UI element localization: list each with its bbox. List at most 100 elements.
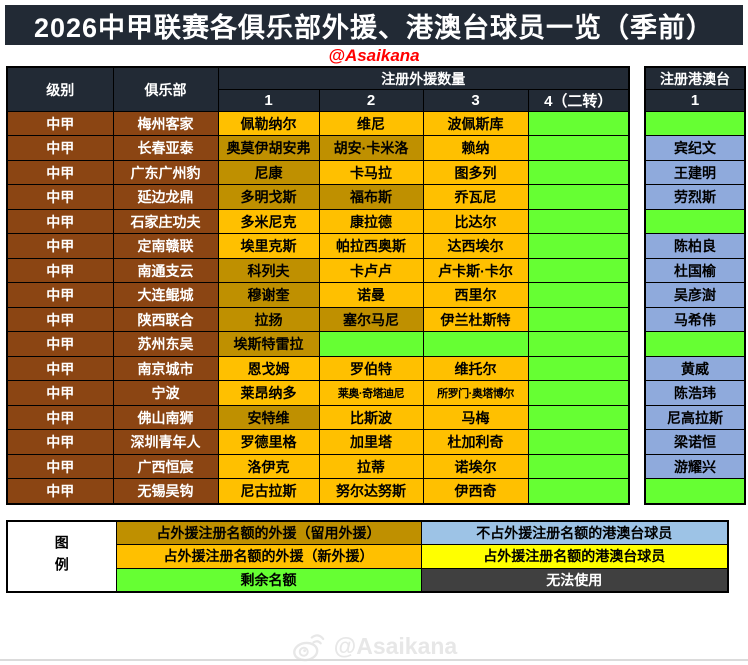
player-cell: 恩戈姆 (218, 356, 319, 380)
player-cell: 佩勒纳尔 (218, 112, 319, 136)
legend-row: 图例占外援注册名额的外援（留用外援）不占外援注册名额的港澳台球员 (7, 521, 728, 545)
hk-table-row: 尼高拉斯 (645, 405, 745, 429)
player-cell: 马梅 (423, 405, 528, 429)
level-cell: 中甲 (7, 185, 113, 209)
watermark: @Asaikana (0, 629, 748, 663)
level-cell: 中甲 (7, 307, 113, 331)
player-cell: 努尔达努斯 (319, 479, 423, 504)
hk-table-row: 陈柏良 (645, 234, 745, 258)
author-handle: @Asaikana (0, 46, 748, 66)
level-cell: 中甲 (7, 209, 113, 233)
hk-table-row: 游耀兴 (645, 454, 745, 478)
hk-player-cell: 陈浩玮 (645, 381, 745, 405)
empty-slot-cell (528, 307, 629, 331)
hk-player-cell: 王建明 (645, 160, 745, 184)
empty-slot-cell (528, 356, 629, 380)
level-cell: 中甲 (7, 332, 113, 356)
hk-players-table: 注册港澳台 1 宾纪文王建明劳烈斯陈柏良杜国榆吴彦澍马希伟黄威陈浩玮尼高拉斯梁诺… (644, 66, 746, 505)
empty-slot-cell (528, 454, 629, 478)
legend-item: 不占外援注册名额的港澳台球员 (421, 521, 728, 545)
legend-row: 剩余名额无法使用 (7, 568, 728, 592)
col-header-foreign-group: 注册外援数量 (218, 67, 629, 90)
club-cell: 广东广州豹 (113, 160, 218, 184)
player-cell: 维托尔 (423, 356, 528, 380)
player-cell: 福布斯 (319, 185, 423, 209)
level-cell: 中甲 (7, 258, 113, 282)
hk-table-row (645, 112, 745, 136)
watermark-text: @Asaikana (334, 633, 457, 660)
hk-table-row: 陈浩玮 (645, 381, 745, 405)
page: 2026中甲联赛各俱乐部外援、港澳台球员一览（季前） @Asaikana 级别 … (0, 0, 748, 665)
level-cell: 中甲 (7, 479, 113, 504)
table-row: 中甲佛山南狮安特维比斯波马梅 (7, 405, 629, 429)
player-cell: 胡安·卡米洛 (319, 136, 423, 160)
hk-player-cell: 马希伟 (645, 307, 745, 331)
club-cell: 佛山南狮 (113, 405, 218, 429)
player-cell: 塞尔马尼 (319, 307, 423, 331)
col-header-foreign-3: 3 (423, 90, 528, 112)
hk-player-cell: 梁诺恒 (645, 430, 745, 454)
player-cell: 所罗门·奥塔博尔 (423, 381, 528, 405)
level-cell: 中甲 (7, 454, 113, 478)
empty-slot-cell (528, 209, 629, 233)
col-header-foreign-1: 1 (218, 90, 319, 112)
col-header-club: 俱乐部 (113, 67, 218, 112)
hk-player-cell: 杜国榆 (645, 258, 745, 282)
level-cell: 中甲 (7, 112, 113, 136)
player-cell: 卢卡斯·卡尔 (423, 258, 528, 282)
player-cell: 埃斯特雷拉 (218, 332, 319, 356)
roster-tables: 级别 俱乐部 注册外援数量 1234（二转） 中甲梅州客家佩勒纳尔维尼波佩斯库中… (6, 66, 746, 505)
legend-item: 占外援注册名额的港澳台球员 (421, 545, 728, 568)
empty-slot-cell (528, 332, 629, 356)
table-row: 中甲宁波莱昂纳多莱奥·奇塔迪尼所罗门·奥塔博尔 (7, 381, 629, 405)
player-cell: 诺曼 (319, 283, 423, 307)
table-row: 中甲石家庄功夫多米尼克康拉德比达尔 (7, 209, 629, 233)
level-cell: 中甲 (7, 283, 113, 307)
level-cell: 中甲 (7, 136, 113, 160)
page-title: 2026中甲联赛各俱乐部外援、港澳台球员一览（季前） (5, 5, 743, 45)
table-row: 中甲梅州客家佩勒纳尔维尼波佩斯库 (7, 112, 629, 136)
empty-slot-cell (645, 479, 745, 504)
legend-row: 占外援注册名额的外援（新外援）占外援注册名额的港澳台球员 (7, 545, 728, 568)
player-cell: 乔瓦尼 (423, 185, 528, 209)
empty-slot-cell (423, 332, 528, 356)
legend-item: 占外援注册名额的外援（新外援） (116, 545, 421, 568)
player-cell: 罗伯特 (319, 356, 423, 380)
empty-slot-cell (528, 430, 629, 454)
player-cell: 多明戈斯 (218, 185, 319, 209)
hk-table-row: 杜国榆 (645, 258, 745, 282)
hk-player-cell: 尼高拉斯 (645, 405, 745, 429)
club-cell: 梅州客家 (113, 112, 218, 136)
level-cell: 中甲 (7, 381, 113, 405)
player-cell: 科列夫 (218, 258, 319, 282)
club-cell: 广西恒宸 (113, 454, 218, 478)
empty-slot-cell (528, 479, 629, 504)
empty-slot-cell (528, 234, 629, 258)
hk-table-row (645, 209, 745, 233)
player-cell: 罗德里格 (218, 430, 319, 454)
player-cell: 诺埃尔 (423, 454, 528, 478)
player-cell: 安特维 (218, 405, 319, 429)
hk-table-row (645, 479, 745, 504)
club-cell: 南京城市 (113, 356, 218, 380)
col-header-hk-1: 1 (645, 90, 745, 112)
hk-table-row: 黄威 (645, 356, 745, 380)
club-cell: 南通支云 (113, 258, 218, 282)
player-cell: 莱奥·奇塔迪尼 (319, 381, 423, 405)
empty-slot-cell (528, 283, 629, 307)
bottom-divider (0, 659, 748, 661)
player-cell: 拉扬 (218, 307, 319, 331)
empty-slot-cell (645, 112, 745, 136)
player-cell: 卡卢卢 (319, 258, 423, 282)
club-cell: 大连鲲城 (113, 283, 218, 307)
table-row: 中甲深圳青年人罗德里格加里塔杜加利奇 (7, 430, 629, 454)
table-row: 中甲陕西联合拉扬塞尔马尼伊兰杜斯特 (7, 307, 629, 331)
hk-table-row (645, 332, 745, 356)
hk-player-cell: 劳烈斯 (645, 185, 745, 209)
player-cell: 图多列 (423, 160, 528, 184)
hk-table-row: 宾纪文 (645, 136, 745, 160)
club-cell: 定南赣联 (113, 234, 218, 258)
legend-item: 剩余名额 (116, 568, 421, 592)
club-cell: 陕西联合 (113, 307, 218, 331)
table-row: 中甲南京城市恩戈姆罗伯特维托尔 (7, 356, 629, 380)
